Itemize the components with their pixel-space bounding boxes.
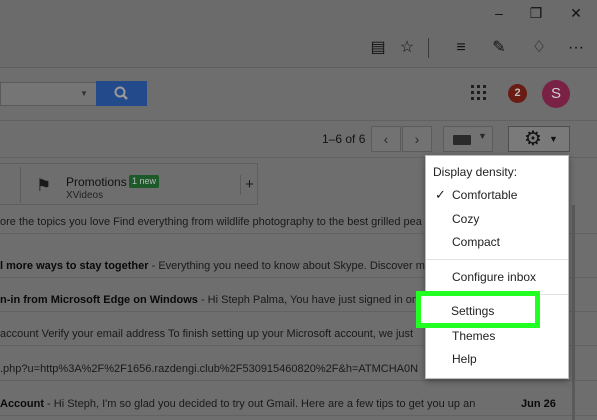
settings-item[interactable]: Settings — [451, 304, 494, 318]
tag-icon: ⚑ — [36, 176, 52, 195]
search-options-chevron-icon[interactable]: ▼ — [80, 89, 90, 99]
tab-promotions[interactable]: Promotions — [66, 175, 127, 189]
chevron-down-icon: ▼ — [549, 134, 558, 144]
keyboard-icon — [453, 135, 471, 145]
search-icon — [114, 86, 128, 100]
scrollbar[interactable] — [572, 205, 575, 420]
tab-promotions-sender: XVideos — [66, 190, 104, 201]
settings-gear-button[interactable]: ⚙ ▼ — [508, 126, 570, 152]
tab-divider — [20, 167, 21, 203]
hub-icon[interactable]: ≡ — [451, 38, 471, 58]
email-snippet: .php?u=http%3A%2F%2F1656.razdengi.club%2… — [0, 363, 419, 375]
toolbar-divider — [428, 38, 429, 58]
more-icon[interactable]: ··· — [566, 38, 586, 58]
menu-divider — [426, 259, 568, 260]
email-snippet: ore the topics you love Find everything … — [0, 216, 422, 228]
density-comfortable[interactable]: ✓ Comfortable — [426, 183, 568, 207]
configure-inbox-item[interactable]: Configure inbox — [426, 265, 568, 289]
apps-grid-icon[interactable] — [471, 85, 486, 100]
notifications-badge[interactable]: 2 — [508, 84, 527, 103]
web-note-icon[interactable]: ✎ — [489, 38, 509, 58]
email-subject: l more ways to stay together — [0, 260, 149, 272]
avatar[interactable]: S — [542, 80, 570, 108]
favorite-star-icon[interactable]: ☆ — [397, 38, 417, 58]
email-row[interactable]: Account - Hi Steph, I'm so glad you deci… — [0, 392, 597, 416]
new-count-badge: 1 new — [129, 175, 160, 188]
restore-icon[interactable]: ❐ — [527, 4, 545, 22]
email-date: Jun 26 — [521, 398, 556, 410]
email-snippet: - Hi Steph Palma, You have just signed i… — [197, 294, 419, 306]
email-subject: n-in from Microsoft Edge on Windows — [0, 294, 198, 306]
older-button[interactable]: › — [402, 126, 432, 152]
settings-menu: Display density: ✓ Comfortable Cozy Comp… — [425, 155, 569, 379]
density-compact[interactable]: Compact — [426, 230, 568, 254]
density-heading: Display density: — [433, 165, 518, 179]
gear-icon: ⚙ — [524, 128, 542, 150]
email-snippet: account Verify your email address To fin… — [0, 328, 414, 340]
newer-button[interactable]: ‹ — [371, 126, 401, 152]
chevron-down-icon: ▼ — [478, 131, 487, 141]
minimize-icon[interactable]: – — [490, 4, 508, 22]
help-item[interactable]: Help — [426, 347, 568, 371]
share-icon[interactable]: ♢ — [529, 38, 549, 58]
email-snippet: - Hi Steph, I'm so glad you decided to t… — [44, 398, 476, 410]
email-subject: Account — [0, 398, 44, 410]
search-button[interactable] — [96, 81, 147, 106]
checkmark-icon: ✓ — [435, 187, 446, 202]
email-snippet: - Everything you need to know about Skyp… — [148, 260, 425, 272]
pager-count: 1–6 of 6 — [322, 132, 366, 146]
input-tools-button[interactable]: ▼ — [443, 126, 493, 152]
close-icon[interactable]: ✕ — [567, 4, 585, 22]
menu-item-label: Comfortable — [452, 188, 518, 202]
add-tab-button[interactable]: + — [240, 175, 258, 195]
reading-view-icon[interactable]: ▤ — [368, 38, 388, 58]
density-cozy[interactable]: Cozy — [426, 207, 568, 231]
